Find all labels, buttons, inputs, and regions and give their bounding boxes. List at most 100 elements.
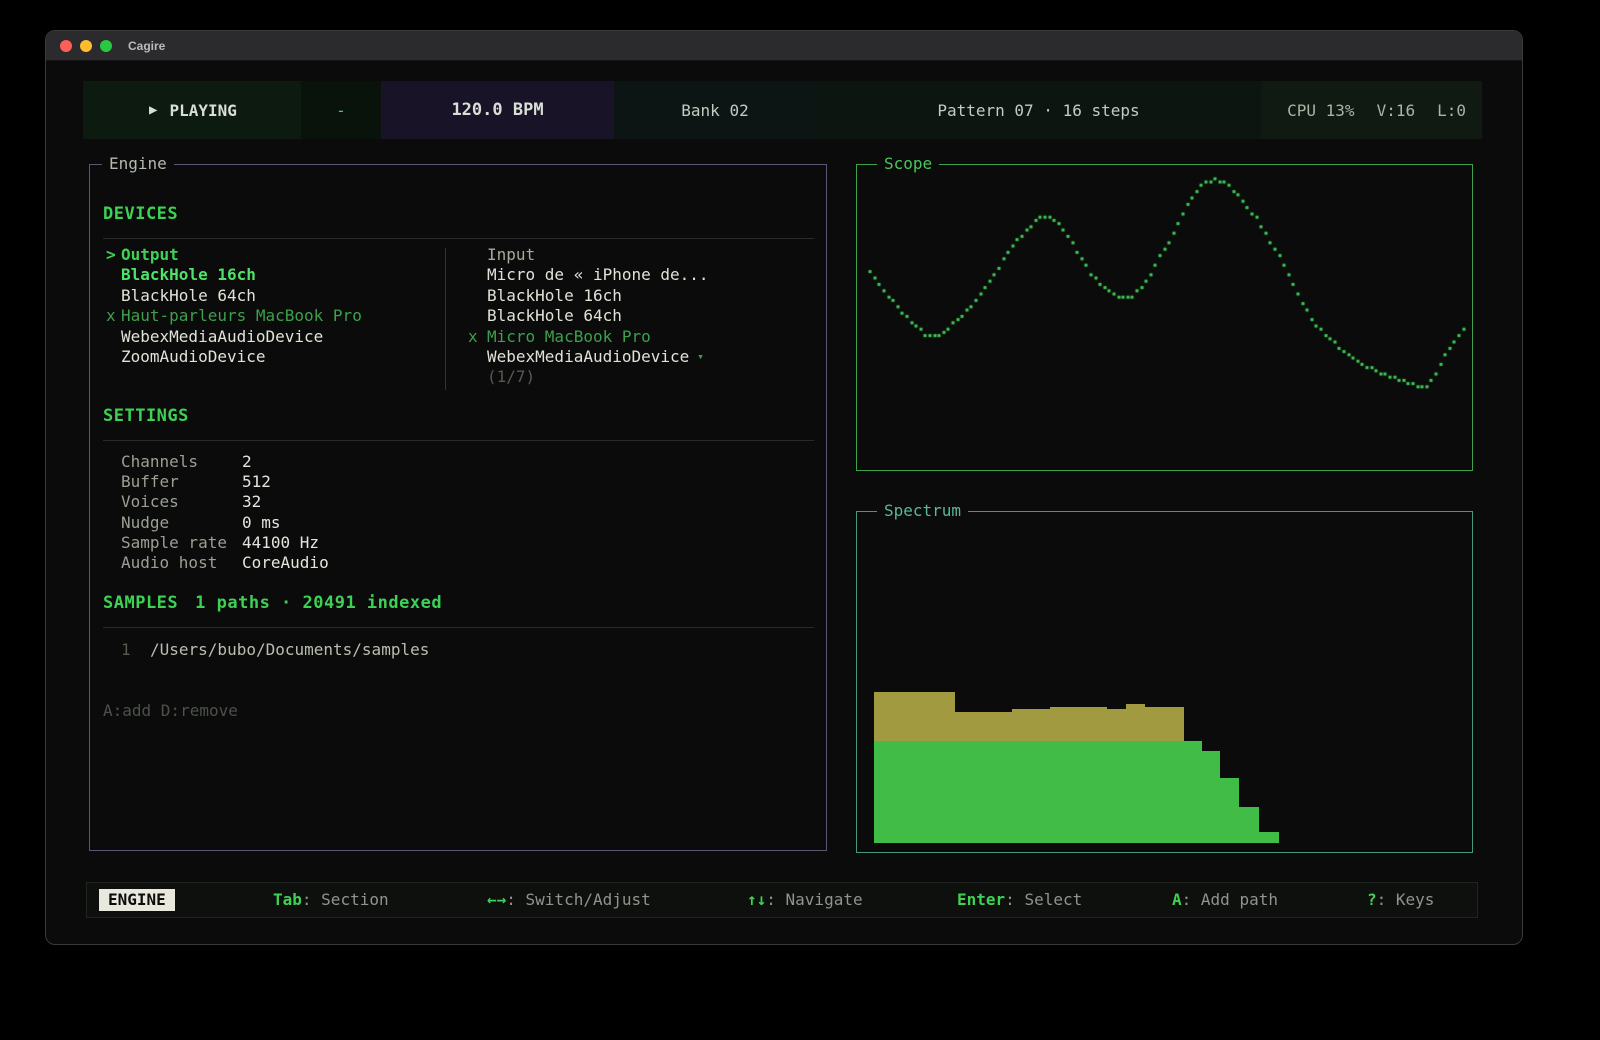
active-device-marker: x (106, 306, 121, 326)
path-index: 1 (121, 640, 150, 660)
device-label: BlackHole 64ch (487, 306, 622, 326)
minimize-window-button[interactable] (80, 40, 92, 52)
shortcut-label: : Select (1005, 890, 1082, 909)
setting-value: 32 (242, 492, 261, 512)
shortcut-key: Enter (957, 890, 1005, 909)
midi-indicator-glyph: - (336, 101, 346, 120)
spectrum-chart (858, 513, 1471, 851)
output-device-item[interactable]: WebexMediaAudioDevice (103, 327, 445, 347)
footer-shortcut: Enter: Select (957, 890, 1082, 909)
shortcut-label: : Navigate (766, 890, 862, 909)
transport-state[interactable]: ▶ PLAYING (83, 81, 301, 139)
input-device-item[interactable]: BlackHole 16ch (468, 286, 814, 306)
spectrum-green-band (1012, 741, 1051, 843)
shortcut-key: ? (1367, 890, 1377, 909)
path-value: /Users/bubo/Documents/samples (150, 640, 429, 660)
spectrum-panel: Spectrum (856, 511, 1473, 853)
shortcut-key: A (1172, 890, 1182, 909)
spectrum-olive-band (955, 712, 1013, 741)
input-device-item[interactable]: BlackHole 64ch (468, 306, 814, 326)
voices-stat: V:16 (1377, 101, 1416, 120)
scroll-down-icon: ▾ (697, 347, 704, 367)
device-label: WebexMediaAudioDevice (487, 347, 689, 367)
device-label: BlackHole 64ch (121, 286, 256, 306)
spectrum-green-band (1201, 751, 1219, 843)
cpu-stat: CPU 13% (1287, 101, 1354, 120)
bank-value: Bank 02 (681, 101, 748, 120)
settings-row[interactable]: Voices32 (103, 492, 814, 512)
prefix-spacer (468, 286, 487, 306)
prefix-spacer (468, 245, 487, 265)
setting-value: CoreAudio (242, 553, 329, 573)
cursor-icon: > (106, 245, 121, 265)
spectrum-green-band (955, 741, 1013, 843)
system-stats: CPU 13% V:16 L:0 (1261, 81, 1482, 139)
mode-badge: ENGINE (99, 889, 175, 911)
output-device-item[interactable]: BlackHole 16ch (103, 265, 445, 285)
bank-display[interactable]: Bank 02 (614, 81, 816, 139)
setting-label: Channels (121, 452, 242, 472)
shortcut-key: Tab (273, 890, 302, 909)
input-device-list: Input Micro de « iPhone de...BlackHole 1… (445, 245, 814, 388)
shortcut-label: : Keys (1377, 890, 1435, 909)
engine-panel-title: Engine (102, 154, 174, 173)
devices-heading: DEVICES (103, 204, 814, 224)
zoom-window-button[interactable] (100, 40, 112, 52)
setting-value: 512 (242, 472, 271, 492)
input-device-item[interactable]: Micro de « iPhone de... (468, 265, 814, 285)
engine-panel: Engine DEVICES > Output BlackHole 16chBl… (89, 164, 827, 851)
settings-row[interactable]: Sample rate44100 Hz (103, 533, 814, 553)
active-device-marker: x (468, 327, 487, 347)
setting-label: Audio host (121, 553, 242, 573)
output-header-label: Output (121, 245, 179, 265)
footer-bar: ENGINE Tab: Section←→: Switch/Adjust↑↓: … (86, 882, 1478, 918)
play-icon: ▶ (149, 102, 157, 118)
sample-path-row[interactable]: 1/Users/bubo/Documents/samples (103, 640, 814, 660)
device-label: Haut-parleurs MacBook Pro (121, 306, 362, 326)
setting-label: Sample rate (121, 533, 242, 553)
spectrum-green-band (1238, 807, 1259, 842)
scope-panel: Scope (856, 164, 1473, 471)
transport-state-label: PLAYING (169, 101, 236, 120)
prefix-spacer (106, 347, 121, 367)
shortcut-key: ↑↓ (747, 890, 766, 909)
settings-heading: SETTINGS (103, 406, 814, 426)
device-label: WebexMediaAudioDevice (121, 327, 323, 347)
setting-label: Buffer (121, 472, 242, 492)
spectrum-green-band (1259, 832, 1279, 843)
input-header-label: Input (487, 245, 535, 265)
device-label: BlackHole 16ch (487, 286, 622, 306)
input-device-item[interactable]: WebexMediaAudioDevice ▾ (468, 347, 814, 367)
column-divider (445, 248, 446, 390)
prefix-spacer (468, 347, 487, 367)
device-label: ZoomAudioDevice (121, 347, 266, 367)
prefix-spacer (106, 327, 121, 347)
prefix-spacer (468, 306, 487, 326)
input-device-item[interactable]: xMicro MacBook Pro (468, 327, 814, 347)
output-device-item[interactable]: BlackHole 64ch (103, 286, 445, 306)
footer-shortcut: Tab: Section (273, 890, 389, 909)
samples-summary: 1 paths · 20491 indexed (195, 593, 442, 613)
settings-row[interactable]: Channels2 (103, 452, 814, 472)
prefix-spacer (106, 286, 121, 306)
spectrum-olive-band (874, 692, 955, 741)
footer-shortcut: ←→: Switch/Adjust (487, 890, 651, 909)
close-window-button[interactable] (60, 40, 72, 52)
settings-row[interactable]: Buffer512 (103, 472, 814, 492)
output-list-header: > Output (103, 245, 445, 265)
settings-row[interactable]: Nudge0 ms (103, 513, 814, 533)
settings-row[interactable]: Audio hostCoreAudio (103, 553, 814, 573)
output-device-item[interactable]: ZoomAudioDevice (103, 347, 445, 367)
setting-value: 0 ms (242, 513, 281, 533)
device-label: Micro de « iPhone de... (487, 265, 709, 285)
spectrum-green-band (1184, 741, 1202, 843)
output-device-item[interactable]: xHaut-parleurs MacBook Pro (103, 306, 445, 326)
window-controls (60, 40, 112, 52)
setting-label: Nudge (121, 513, 242, 533)
divider (103, 627, 814, 628)
app-window: Cagire ▶ PLAYING - 120.0 BPM Bank 02 Pat… (45, 30, 1523, 945)
input-list-header: Input (468, 245, 814, 265)
bpm-display[interactable]: 120.0 BPM (381, 81, 614, 139)
setting-value: 44100 Hz (242, 533, 319, 553)
pattern-display[interactable]: Pattern 07 · 16 steps (816, 81, 1261, 139)
